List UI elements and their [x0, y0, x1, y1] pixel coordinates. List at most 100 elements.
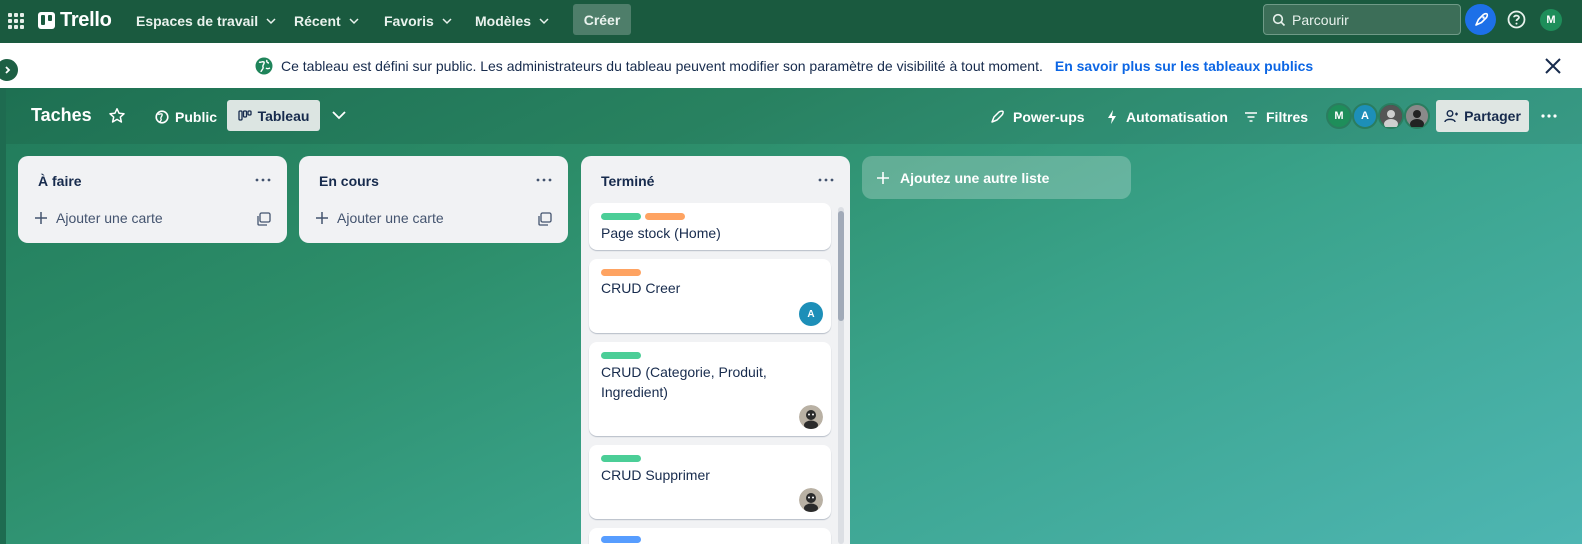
user-photo-icon	[1406, 105, 1428, 127]
more-options-icon[interactable]	[253, 170, 273, 190]
public-board-banner: Ce tableau est défini sur public. Les ad…	[0, 43, 1582, 88]
board-view-label: Tableau	[257, 107, 310, 124]
top-navigation-bar: Trello Espaces de travail Récent Favoris…	[0, 0, 1582, 43]
chevron-down-icon	[266, 18, 276, 25]
member-avatar[interactable]: M	[1326, 103, 1352, 129]
nav-workspaces-label: Espaces de travail	[136, 13, 259, 29]
scrollbar-thumb[interactable]	[838, 211, 844, 321]
filter-icon	[1245, 112, 1257, 122]
search-input[interactable]	[1292, 11, 1452, 28]
rocket-icon	[991, 110, 1004, 123]
plus-icon	[316, 212, 328, 224]
nav-favorites-menu[interactable]: Favoris	[376, 8, 460, 34]
list-title[interactable]: À faire	[38, 173, 82, 189]
template-icon[interactable]	[538, 212, 552, 226]
nav-recent-label: Récent	[294, 13, 341, 29]
add-person-icon	[1444, 110, 1459, 123]
automation-button[interactable]: Automatisation	[1106, 103, 1228, 131]
nav-favorites-label: Favoris	[384, 13, 434, 29]
banner-learn-more-link[interactable]: En savoir plus sur les tableaux publics	[1055, 58, 1313, 74]
chevron-right-icon	[5, 66, 11, 74]
board-header: Taches Public Tableau Power-ups Automati…	[6, 88, 1582, 144]
card-title: CRUD Creer	[601, 280, 681, 296]
card-title: Page stock (Home)	[601, 225, 721, 241]
nav-workspaces-menu[interactable]: Espaces de travail	[128, 8, 284, 34]
trello-logo[interactable]: Trello	[38, 9, 112, 32]
create-button[interactable]: Créer	[573, 4, 631, 35]
card-title: CRUD (Categorie, Produit, Ingredient)	[601, 364, 767, 400]
nav-recent-menu[interactable]: Récent	[286, 8, 367, 34]
powerups-button[interactable]: Power-ups	[989, 103, 1085, 131]
search-box[interactable]	[1263, 4, 1461, 35]
powerups-label: Power-ups	[1013, 109, 1085, 125]
share-button[interactable]: Partager	[1436, 100, 1529, 132]
member-avatar-photo[interactable]	[1404, 103, 1430, 129]
card-label-green	[601, 455, 641, 462]
star-icon[interactable]	[108, 107, 126, 125]
card-member-avatar[interactable]: A	[799, 302, 823, 326]
visibility-button[interactable]: Public	[149, 103, 223, 131]
list-column: Terminé Page stock (Home) CRUD Creer A C…	[581, 156, 850, 544]
card-member-photo-icon[interactable]	[799, 405, 823, 429]
filters-button[interactable]: Filtres	[1244, 103, 1308, 131]
visibility-label: Public	[175, 109, 218, 125]
add-card-button[interactable]: Ajouter une carte	[315, 210, 444, 226]
add-card-button[interactable]: Ajouter une carte	[34, 210, 163, 226]
account-avatar[interactable]: M	[1540, 9, 1562, 31]
chevron-down-icon	[442, 18, 452, 25]
board-view-button[interactable]: Tableau	[227, 100, 320, 131]
share-label: Partager	[1464, 108, 1521, 124]
globe-icon	[155, 110, 169, 124]
close-icon[interactable]	[1544, 57, 1562, 75]
plus-icon	[877, 171, 889, 184]
add-list-label: Ajoutez une autre liste	[900, 169, 1050, 186]
card-label-blue	[601, 536, 641, 543]
nav-templates-menu[interactable]: Modèles	[467, 8, 557, 34]
board-canvas: Taches Public Tableau Power-ups Automati…	[6, 88, 1582, 544]
board-title[interactable]: Taches	[31, 105, 92, 126]
more-options-icon[interactable]	[1540, 107, 1558, 125]
lightning-icon	[1108, 110, 1116, 124]
more-options-icon[interactable]	[816, 170, 836, 190]
logo-text: Trello	[60, 9, 112, 31]
filters-label: Filtres	[1266, 109, 1309, 125]
card-member-photo-icon[interactable]	[799, 488, 823, 512]
list-title[interactable]: Terminé	[601, 173, 654, 189]
add-list-button[interactable]: Ajoutez une autre liste	[862, 156, 1131, 199]
chevron-down-icon	[539, 18, 549, 25]
template-icon[interactable]	[257, 212, 271, 226]
member-avatar[interactable]: A	[1352, 103, 1378, 129]
search-icon	[1272, 13, 1286, 26]
rocket-icon	[1474, 12, 1488, 26]
automation-label: Automatisation	[1126, 109, 1228, 125]
nav-templates-label: Modèles	[475, 13, 532, 29]
card-label-orange	[601, 269, 641, 276]
app-switcher-icon[interactable]	[6, 11, 24, 29]
list-scrollbar[interactable]	[838, 207, 844, 544]
chevron-down-icon	[349, 18, 359, 25]
member-avatar-photo[interactable]	[1378, 103, 1404, 129]
list-column: En cours Ajouter une carte	[299, 156, 568, 243]
list-column: À faire Ajouter une carte	[18, 156, 287, 243]
more-options-icon[interactable]	[534, 170, 554, 190]
help-icon[interactable]	[1506, 9, 1527, 30]
add-card-label: Ajouter une carte	[337, 210, 444, 226]
user-photo-icon	[1380, 105, 1402, 127]
card[interactable]: CRUD (Categorie, Produit, Ingredient)	[589, 342, 831, 436]
card-title: CRUD Supprimer	[601, 467, 710, 483]
card-label-green	[601, 352, 641, 359]
plus-icon	[35, 212, 47, 224]
card[interactable]: Page stock (Home)	[589, 203, 831, 250]
add-card-label: Ajouter une carte	[56, 210, 163, 226]
card[interactable]	[589, 528, 831, 544]
globe-icon	[255, 57, 273, 75]
chevron-down-icon[interactable]	[331, 107, 347, 123]
list-title[interactable]: En cours	[319, 173, 379, 189]
board-view-icon	[237, 109, 252, 121]
banner-message: Ce tableau est défini sur public. Les ad…	[281, 58, 1043, 74]
card[interactable]: CRUD Supprimer	[589, 445, 831, 519]
card-label-orange	[645, 213, 685, 220]
notifications-button[interactable]	[1465, 4, 1496, 35]
card-label-green	[601, 213, 641, 220]
card[interactable]: CRUD Creer A	[589, 259, 831, 333]
